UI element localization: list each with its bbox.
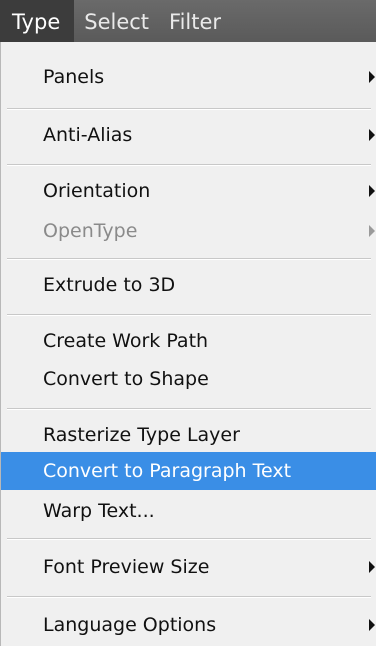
menu-item-label: Orientation — [43, 180, 151, 202]
menu-item-convert-to-shape[interactable]: Convert to Shape — [1, 360, 376, 398]
submenu-arrow-icon — [369, 619, 375, 631]
menu-item-warp-text[interactable]: Warp Text... — [1, 492, 376, 530]
menu-item-label: Rasterize Type Layer — [43, 424, 240, 446]
menu-filter[interactable]: Filter — [159, 0, 231, 42]
submenu-arrow-icon — [369, 185, 375, 197]
menu-item-label: Anti-Alias — [43, 124, 133, 146]
menu-item-label: OpenType — [43, 220, 138, 242]
menu-separator — [7, 314, 371, 316]
menu-item-label: Warp Text... — [43, 500, 155, 522]
menu-item-language-options[interactable]: Language Options — [1, 606, 376, 644]
menu-item-opentype: OpenType — [1, 212, 376, 250]
menu-bar: Type Select Filter — [0, 0, 376, 42]
menu-item-panels[interactable]: Panels — [1, 58, 376, 96]
menu-select[interactable]: Select — [74, 0, 159, 42]
menu-item-create-work-path[interactable]: Create Work Path — [1, 322, 376, 360]
menu-item-extrude-to-3d[interactable]: Extrude to 3D — [1, 266, 376, 304]
menu-item-label: Font Preview Size — [43, 556, 210, 578]
menu-item-label: Convert to Paragraph Text — [43, 460, 292, 482]
submenu-arrow-icon — [369, 71, 375, 83]
menu-item-label: Extrude to 3D — [43, 274, 176, 296]
menu-item-label: Panels — [43, 66, 105, 88]
menu-separator — [7, 164, 371, 166]
menu-type[interactable]: Type — [0, 0, 75, 42]
menu-item-anti-alias[interactable]: Anti-Alias — [1, 116, 376, 154]
menu-item-label: Convert to Shape — [43, 368, 209, 390]
submenu-arrow-icon — [369, 225, 375, 237]
menu-separator — [7, 108, 371, 110]
menu-item-font-preview-size[interactable]: Font Preview Size — [1, 548, 376, 586]
menu-item-convert-to-paragraph-text[interactable]: Convert to Paragraph Text — [1, 452, 376, 490]
submenu-arrow-icon — [369, 561, 375, 573]
menu-separator — [7, 408, 371, 410]
menu-item-rasterize-type-layer[interactable]: Rasterize Type Layer — [1, 416, 376, 454]
type-dropdown-menu: Panels Anti-Alias Orientation OpenType E… — [0, 42, 376, 646]
menu-item-orientation[interactable]: Orientation — [1, 172, 376, 210]
menu-item-label: Create Work Path — [43, 330, 209, 352]
submenu-arrow-icon — [369, 129, 375, 141]
menu-separator — [7, 596, 371, 598]
menu-separator — [7, 258, 371, 260]
menu-separator — [7, 538, 371, 540]
menu-item-label: Language Options — [43, 614, 217, 636]
